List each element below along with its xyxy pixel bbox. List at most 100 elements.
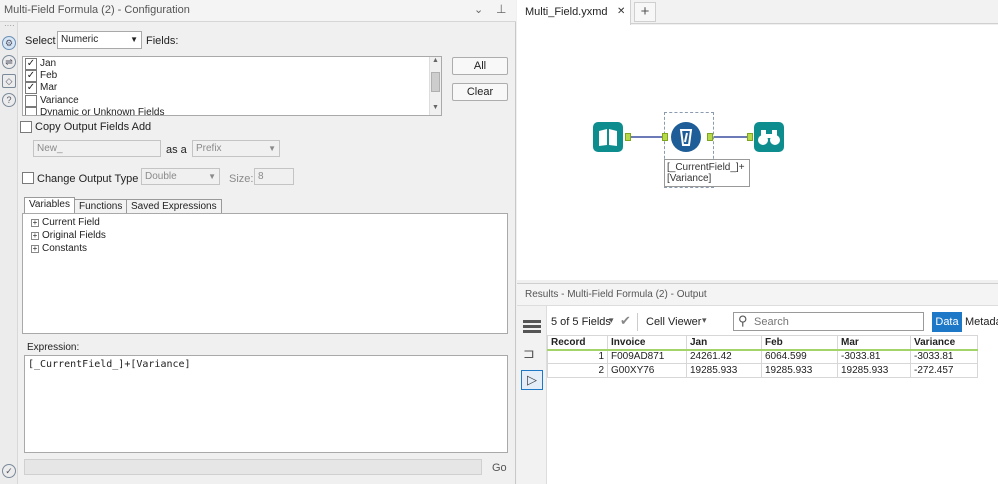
table-cell[interactable]: 1 (547, 349, 608, 364)
formula-flask-icon (679, 129, 693, 146)
expand-plus-icon[interactable]: + (31, 245, 39, 253)
output-anchor-icon[interactable]: ▷ (521, 370, 543, 390)
fields-scrollbar[interactable]: ▲ ▼ (429, 57, 441, 115)
clear-button[interactable]: Clear (452, 83, 508, 101)
config-side-gutter: ···· ⚙ ⇌ ◇ ? ✓ (0, 21, 18, 484)
search-box[interactable]: ⚲ (733, 312, 924, 331)
input-data-tool[interactable] (593, 122, 623, 152)
input-anchor[interactable] (747, 133, 753, 141)
as-a-label: as a (166, 144, 187, 156)
change-type-checkbox[interactable] (22, 172, 34, 184)
new-tab-plus-icon[interactable]: + (634, 2, 656, 22)
table-cell[interactable]: 6064.599 (761, 349, 838, 364)
multi-field-formula-tool[interactable] (671, 122, 701, 152)
tab-functions[interactable]: Functions (74, 199, 128, 214)
type-value: Double (145, 171, 177, 182)
chevron-down-icon[interactable]: ▾ (702, 315, 707, 326)
tab-saved-expressions[interactable]: Saved Expressions (126, 199, 222, 214)
expression-label: Expression: (27, 342, 80, 353)
table-cell[interactable]: G00XY76 (607, 363, 687, 378)
config-title-bar: Multi-Field Formula (2) - Configuration … (0, 0, 516, 22)
field-checkbox-jan[interactable]: ✓ (25, 58, 37, 70)
expand-plus-icon[interactable]: + (31, 232, 39, 240)
column-header[interactable]: Jan (686, 335, 762, 351)
dropdown-arrow-icon: ▼ (268, 144, 276, 153)
chevron-down-icon[interactable]: ▾ (609, 315, 614, 326)
tab-multi-field-workflow[interactable]: Multi_Field.yxmd ✕ (517, 0, 631, 25)
output-anchor[interactable] (625, 133, 631, 141)
connection-icon[interactable]: ⇌ (2, 55, 16, 69)
fields-count-selector[interactable]: 5 of 5 Fields (551, 316, 611, 328)
table-header-row: Record Invoice Jan Feb Mar Variance (547, 335, 978, 351)
type-dropdown[interactable]: Double ▼ (141, 168, 220, 185)
validate-check-icon[interactable]: ✓ (2, 464, 16, 478)
expression-editor[interactable]: [_CurrentField_]+[Variance] (24, 355, 508, 453)
data-tab[interactable]: Data (932, 312, 962, 332)
apply-check-icon[interactable]: ✔ (620, 313, 631, 329)
all-button[interactable]: All (452, 57, 508, 75)
configuration-panel: Multi-Field Formula (2) - Configuration … (0, 0, 516, 484)
tag-icon[interactable]: ◇ (2, 74, 16, 88)
table-cell[interactable]: -3033.81 (910, 349, 978, 364)
tree-item-original-fields[interactable]: + Original Fields (31, 230, 106, 241)
search-icon: ⚲ (738, 313, 748, 328)
formula-annotation: [_CurrentField_]+ [Variance] (664, 159, 750, 187)
copy-output-label: Copy Output Fields Add (35, 121, 152, 133)
cell-viewer-dropdown[interactable]: Cell Viewer (646, 316, 701, 328)
metadata-tab[interactable]: Metada (965, 316, 998, 328)
results-table: Record Invoice Jan Feb Mar Variance 1 F0… (547, 335, 978, 378)
close-icon[interactable]: ✕ (617, 6, 625, 17)
results-title-bar: Results - Multi-Field Formula (2) - Outp… (517, 284, 998, 306)
column-header[interactable]: Mar (837, 335, 911, 351)
fields-list[interactable]: ✓ Jan ✓ Feb ✓ Mar Variance Dynamic or Un… (22, 56, 442, 116)
help-icon[interactable]: ? (2, 93, 16, 107)
table-cell[interactable]: 2 (547, 363, 608, 378)
field-checkbox-dynamic[interactable] (25, 107, 37, 115)
table-cell[interactable]: 19285.933 (837, 363, 911, 378)
gear-icon[interactable]: ⚙ (2, 36, 16, 50)
pin-icon[interactable]: ⊥ (496, 2, 506, 16)
field-checkbox-variance[interactable] (25, 95, 37, 107)
chevron-down-icon[interactable]: ⌄ (474, 3, 483, 16)
go-button[interactable]: Go (492, 462, 507, 474)
table-view-icon[interactable] (523, 320, 541, 336)
column-header[interactable]: Invoice (607, 335, 687, 351)
search-input[interactable] (754, 315, 919, 329)
column-header[interactable]: Record (547, 335, 608, 351)
scroll-up-icon[interactable]: ▲ (432, 57, 439, 64)
change-type-label: Change Output Type to (37, 173, 151, 185)
browse-tool[interactable] (754, 122, 784, 152)
table-row[interactable]: 1 F009AD871 24261.42 6064.599 -3033.81 -… (547, 349, 978, 364)
table-cell[interactable]: 24261.42 (686, 349, 762, 364)
scroll-down-icon[interactable]: ▼ (432, 104, 439, 111)
field-label: Mar (40, 82, 58, 93)
table-cell[interactable]: 19285.933 (761, 363, 838, 378)
expand-plus-icon[interactable]: + (31, 219, 39, 227)
book-icon (599, 129, 617, 146)
position-dropdown[interactable]: Prefix ▼ (192, 140, 280, 157)
workflow-canvas[interactable]: [_CurrentField_]+ [Variance] (517, 25, 998, 280)
select-type-dropdown[interactable]: Numeric ▼ (57, 31, 142, 49)
input-anchor[interactable] (662, 133, 668, 141)
input-anchor-icon[interactable]: ⊐ (523, 346, 541, 362)
column-header[interactable]: Feb (761, 335, 838, 351)
size-input[interactable]: 8 (254, 168, 294, 185)
position-value: Prefix (196, 143, 222, 154)
table-cell[interactable]: 19285.933 (686, 363, 762, 378)
table-cell[interactable]: F009AD871 (607, 349, 687, 364)
copy-output-checkbox[interactable] (20, 121, 32, 133)
table-row[interactable]: 2 G00XY76 19285.933 19285.933 19285.933 … (547, 363, 978, 378)
output-anchor[interactable] (707, 133, 713, 141)
field-checkbox-mar[interactable]: ✓ (25, 82, 37, 94)
copy-name-input[interactable]: New_ (33, 140, 161, 157)
results-panel: Results - Multi-Field Formula (2) - Outp… (517, 283, 998, 484)
table-cell[interactable]: -3033.81 (837, 349, 911, 364)
tree-item-current-field[interactable]: + Current Field (31, 217, 100, 228)
table-cell[interactable]: -272.457 (910, 363, 978, 378)
column-header[interactable]: Variance (910, 335, 978, 351)
tree-item-constants[interactable]: + Constants (31, 243, 87, 254)
scroll-thumb[interactable] (431, 72, 440, 92)
field-checkbox-feb[interactable]: ✓ (25, 70, 37, 82)
fields-label: Fields: (146, 35, 179, 47)
tab-variables[interactable]: Variables (24, 197, 75, 214)
